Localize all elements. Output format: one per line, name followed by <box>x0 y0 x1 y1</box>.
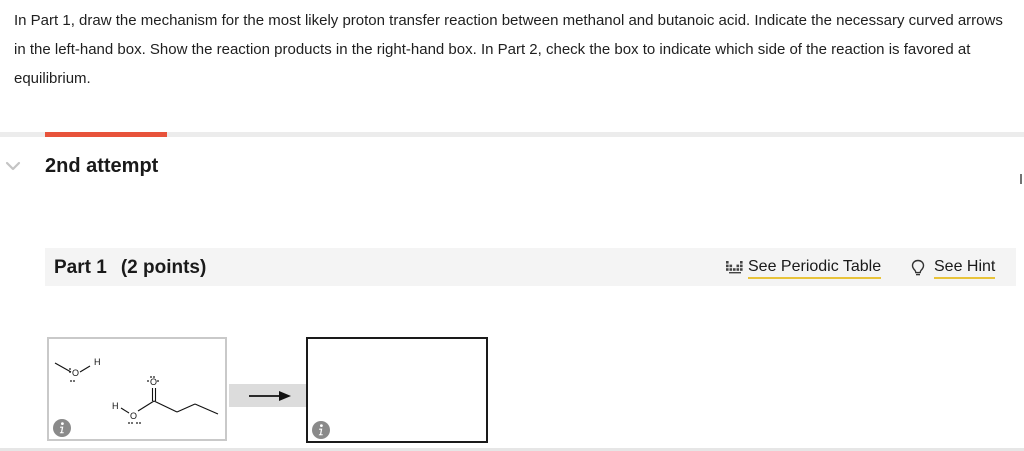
part-header: Part 1 (2 points) See Periodic Table See … <box>45 248 1016 286</box>
carbonyl-oxygen: O <box>150 377 157 387</box>
methanol-hydrogen: H <box>94 357 101 367</box>
periodic-link-label: See Periodic Table <box>748 258 882 279</box>
periodic-table-icon <box>726 261 743 274</box>
attempt-title: 2nd attempt <box>45 155 159 177</box>
edge-mark <box>1020 174 1022 184</box>
lightbulb-icon <box>911 259 925 276</box>
see-periodic-table-link[interactable]: See Periodic Table <box>726 255 882 281</box>
butanoic-acid-structure: O O H <box>112 376 219 424</box>
acid-hydrogen: H <box>112 401 119 411</box>
chevron-down-icon[interactable] <box>4 157 22 175</box>
question-text: In Part 1, draw the mechanism for the mo… <box>14 12 1003 87</box>
attempt-accent-bar <box>45 132 167 137</box>
acid-oxygen: O <box>130 411 137 421</box>
part-points: (2 points) <box>120 257 207 278</box>
product-drawing-box[interactable] <box>306 337 488 443</box>
reactant-structures: O H O O H <box>54 357 219 424</box>
reactant-drawing-box[interactable]: O H O O H <box>47 337 227 441</box>
info-icon[interactable] <box>52 418 72 438</box>
methanol-structure: O H <box>54 357 101 382</box>
part-title: Part 1 (2 points) <box>54 257 206 279</box>
hint-link-label: See Hint <box>934 258 996 279</box>
see-hint-link[interactable]: See Hint <box>911 255 996 281</box>
reaction-arrow-icon <box>249 391 291 401</box>
reaction-arrow-band <box>229 384 306 407</box>
info-icon[interactable] <box>311 420 331 440</box>
part-label: Part 1 <box>54 257 107 278</box>
methanol-oxygen: O <box>72 368 79 378</box>
